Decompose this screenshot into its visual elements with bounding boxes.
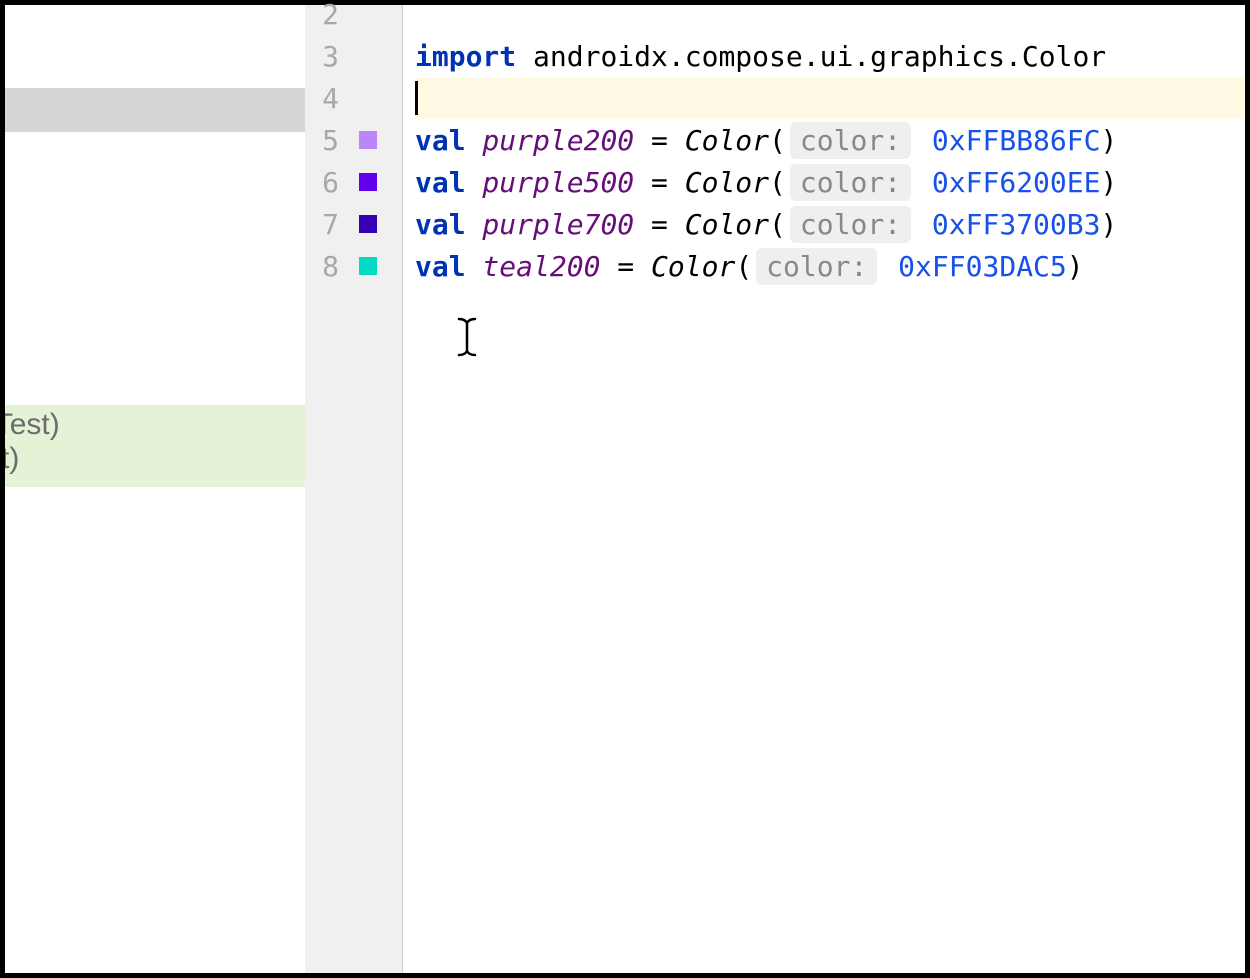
line-number: 2 [305, 0, 341, 31]
gutter-line-7[interactable]: 7 [305, 203, 402, 245]
op-equals: = [600, 250, 651, 283]
var-name: purple500 [466, 166, 635, 199]
gutter-line-6[interactable]: 6 [305, 161, 402, 203]
hex-literal: 0xFFBB86FC [915, 124, 1100, 157]
line-number: 3 [305, 40, 341, 73]
ibeam-cursor-icon [455, 317, 479, 366]
line-number: 8 [305, 250, 341, 283]
line-number: 5 [305, 124, 341, 157]
code-line-7[interactable]: val purple700 = Color(color: 0xFF3700B3) [415, 203, 1245, 245]
op-equals: = [634, 166, 685, 199]
code-line-3[interactable]: import androidx.compose.ui.graphics.Colo… [415, 35, 1245, 77]
op-equals: = [634, 208, 685, 241]
keyword-val: val [415, 124, 466, 157]
color-swatch-icon[interactable] [353, 257, 383, 275]
hex-literal: 0xFF3700B3 [915, 208, 1100, 241]
code-editor[interactable]: import androidx.compose.ui.graphics.Colo… [403, 5, 1245, 973]
paren-close: ) [1100, 124, 1117, 157]
keyword-import: import [415, 40, 516, 73]
hex-literal: 0xFF03DAC5 [881, 250, 1066, 283]
color-swatch-icon[interactable] [353, 173, 383, 191]
color-swatch-icon[interactable] [353, 131, 383, 149]
class-color: Color [685, 124, 769, 157]
param-hint: color: [790, 164, 911, 201]
sidebar-scrollbar-track[interactable] [5, 88, 305, 132]
code-line-6[interactable]: val purple500 = Color(color: 0xFF6200EE) [415, 161, 1245, 203]
sidebar-test-sources-panel[interactable]: lroidTest) t) [5, 405, 305, 487]
param-hint: color: [756, 248, 877, 285]
color-swatch-icon[interactable] [353, 215, 383, 233]
class-color: Color [685, 208, 769, 241]
project-sidebar[interactable]: lroidTest) t) [5, 5, 305, 973]
var-name: purple700 [466, 208, 635, 241]
gutter-line-5[interactable]: 5 [305, 119, 402, 161]
text-caret [415, 81, 418, 115]
paren-open: ( [735, 250, 752, 283]
paren-close: ) [1100, 208, 1117, 241]
keyword-val: val [415, 250, 466, 283]
var-name: purple200 [466, 124, 635, 157]
gutter-line-2[interactable]: 2 [305, 0, 402, 35]
paren-close: ) [1100, 166, 1117, 199]
gutter-line-8[interactable]: 8 [305, 245, 402, 287]
keyword-val: val [415, 166, 466, 199]
op-equals: = [634, 124, 685, 157]
editor-gutter[interactable]: 2 3 4 5 6 7 8 [305, 5, 403, 973]
class-color: Color [651, 250, 735, 283]
test-source-item-1[interactable]: lroidTest) [5, 408, 305, 442]
paren-open: ( [769, 124, 786, 157]
keyword-val: val [415, 208, 466, 241]
line-number: 4 [305, 82, 341, 115]
var-name: teal200 [466, 250, 601, 283]
gutter-line-3[interactable]: 3 [305, 35, 402, 77]
code-line-5[interactable]: val purple200 = Color(color: 0xFFBB86FC) [415, 119, 1245, 161]
paren-close: ) [1067, 250, 1084, 283]
class-color: Color [685, 166, 769, 199]
line-number: 7 [305, 208, 341, 241]
line-number: 6 [305, 166, 341, 199]
code-line-2[interactable] [415, 0, 1245, 35]
import-path: androidx.compose.ui.graphics.Color [516, 40, 1106, 73]
gutter-line-4[interactable]: 4 [305, 77, 402, 119]
code-line-4-current[interactable] [415, 77, 1245, 119]
code-line-8[interactable]: val teal200 = Color(color: 0xFF03DAC5) [415, 245, 1245, 287]
test-source-item-2[interactable]: t) [5, 442, 305, 476]
ide-frame: lroidTest) t) 2 3 4 5 6 7 8 [5, 5, 1245, 973]
paren-open: ( [769, 166, 786, 199]
param-hint: color: [790, 122, 911, 159]
param-hint: color: [790, 206, 911, 243]
paren-open: ( [769, 208, 786, 241]
hex-literal: 0xFF6200EE [915, 166, 1100, 199]
